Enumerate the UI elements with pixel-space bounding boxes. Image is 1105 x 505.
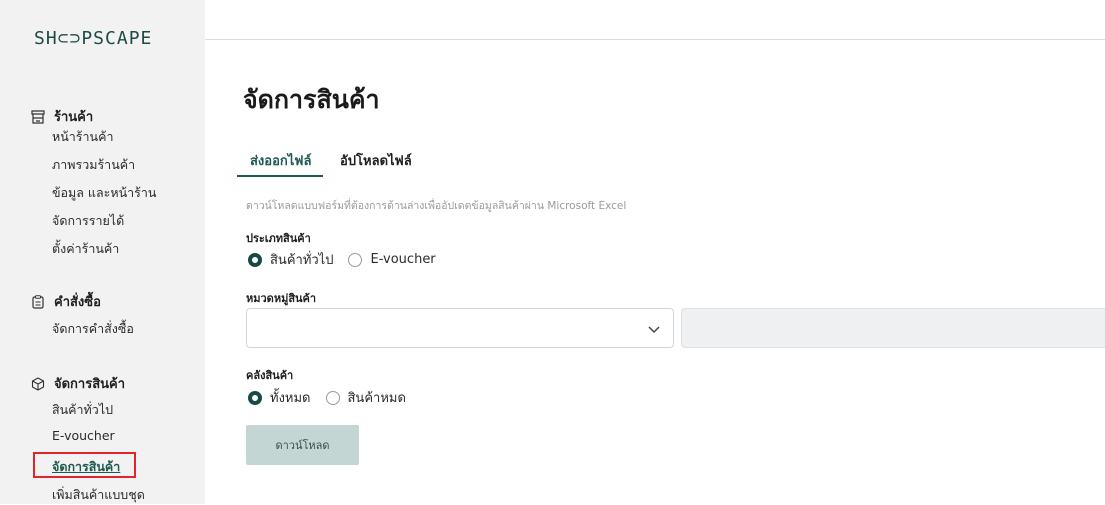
sidebar-section-title: คำสั่งซื้อ xyxy=(54,295,101,310)
sidebar-section-store[interactable]: ร้านค้า xyxy=(31,106,93,127)
category-select[interactable] xyxy=(246,308,674,348)
radio-label: สินค้าหมด xyxy=(347,391,406,406)
clipboard-icon xyxy=(31,294,45,309)
sidebar-item-store-overview[interactable]: ภาพรวมร้านค้า xyxy=(52,155,135,175)
warehouse-radio-group: ทั้งหมด สินค้าหมด xyxy=(248,387,406,408)
sidebar-section-title: ร้านค้า xyxy=(54,110,94,125)
sidebar-item-general-products[interactable]: สินค้าทั่วไป xyxy=(52,400,113,420)
tab-export-file[interactable]: ส่งออกไฟล์ xyxy=(250,150,311,171)
product-type-radio-group: สินค้าทั่วไป E-voucher xyxy=(248,249,436,270)
category-label: หมวดหมู่สินค้า xyxy=(246,292,317,305)
description-text: ดาวน์โหลดแบบฟอร์มที่ต้องการด้านล่างเพื่อ… xyxy=(246,200,627,212)
download-button[interactable]: ดาวน์โหลด xyxy=(246,425,359,465)
active-item-highlight xyxy=(33,452,136,478)
sidebar-item-storefront[interactable]: หน้าร้านค้า xyxy=(52,127,113,147)
box-icon xyxy=(31,376,45,391)
radio-out-of-stock[interactable] xyxy=(325,390,340,405)
radio-all[interactable] xyxy=(248,390,262,405)
radio-label: ทั้งหมด xyxy=(270,391,311,406)
sidebar-section-title: จัดการสินค้า xyxy=(54,377,126,392)
store-icon xyxy=(31,109,45,124)
shopscape-logo[interactable]: SH⊂⊃PSCAPE xyxy=(34,28,152,49)
sidebar-item-manage-orders[interactable]: จัดการคำสั่งซื้อ xyxy=(52,319,134,339)
radio-label: E-voucher xyxy=(370,252,436,267)
sidebar-item-store-info[interactable]: ข้อมูล และหน้าร้าน xyxy=(52,183,156,203)
sidebar-section-products[interactable]: จัดการสินค้า xyxy=(31,373,125,394)
page-title: จัดการสินค้า xyxy=(243,85,380,114)
tab-upload-file[interactable]: อัปโหลดไฟล์ xyxy=(340,150,412,171)
active-tab-indicator xyxy=(237,175,323,177)
radio-label: สินค้าทั่วไป xyxy=(270,253,334,268)
sidebar-item-revenue[interactable]: จัดการรายได้ xyxy=(52,211,124,231)
product-type-label: ประเภทสินค้า xyxy=(246,232,311,245)
sidebar-item-store-settings[interactable]: ตั้งค่าร้านค้า xyxy=(52,239,119,259)
header-divider xyxy=(205,39,1105,40)
sidebar-section-orders[interactable]: คำสั่งซื้อ xyxy=(31,291,101,312)
chevron-down-icon xyxy=(647,321,661,340)
subcategory-select[interactable] xyxy=(681,308,1105,348)
radio-general-products[interactable] xyxy=(248,252,262,267)
sidebar: SH⊂⊃PSCAPE ร้านค้า หน้าร้านค้า ภาพรวมร้า… xyxy=(0,0,205,504)
warehouse-label: คลังสินค้า xyxy=(246,369,294,382)
sidebar-item-e-voucher[interactable]: E-voucher xyxy=(52,428,115,443)
sidebar-item-bulk-add-products[interactable]: เพิ่มสินค้าแบบชุด xyxy=(52,485,145,505)
radio-e-voucher[interactable] xyxy=(348,252,363,267)
